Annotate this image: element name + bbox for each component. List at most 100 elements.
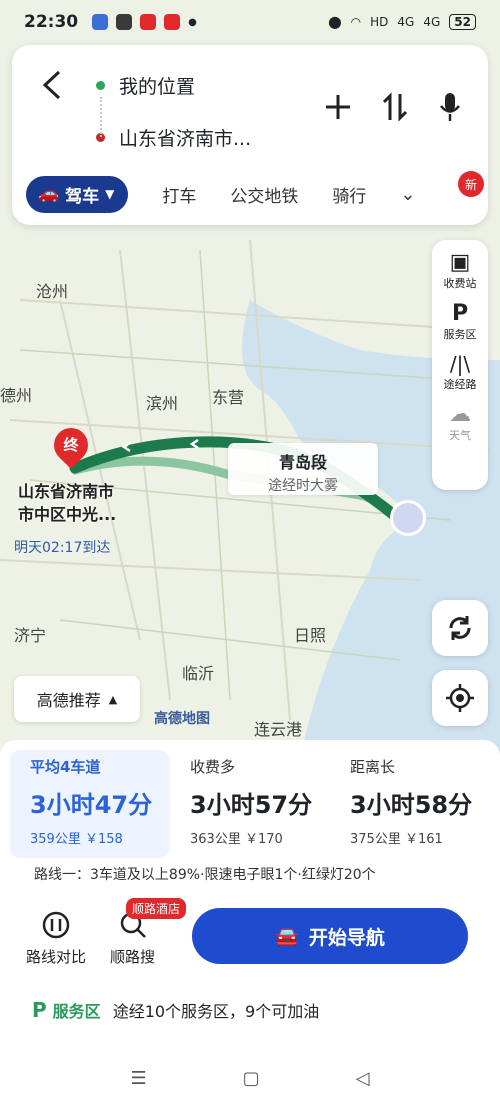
tab-drive[interactable]: 🚗 驾车 ▼ xyxy=(26,175,129,213)
destination-label-line1: 山东省济南市 xyxy=(18,482,115,501)
location-icon: ⬤ xyxy=(328,15,342,29)
route-inputs: 我的位置 山东省济南市... xyxy=(96,61,296,173)
home-icon[interactable]: ▢ xyxy=(243,1068,260,1089)
service-area-text: 途经10个服务区，9个可加油 xyxy=(112,1002,320,1021)
compare-icon xyxy=(42,911,70,939)
wechat-icon xyxy=(116,14,133,30)
route-option[interactable]: 距离长 3小时58分 375公里 ￥161 xyxy=(330,750,490,858)
destination-field[interactable]: 山东省济南市... xyxy=(96,113,296,161)
tab-transit[interactable]: 公交地铁 xyxy=(230,182,298,207)
route-info: 375公里 ￥161 xyxy=(350,832,443,847)
city-label: 临沂 xyxy=(182,664,215,683)
tab-cycling[interactable]: 骑行 xyxy=(332,182,366,207)
route-info: 363公里 ￥170 xyxy=(190,832,283,847)
tab-drive-label: 驾车 xyxy=(65,186,100,207)
origin-dot-icon xyxy=(96,80,105,90)
route-name: 平均4车道 xyxy=(30,758,101,776)
tab-taxi[interactable]: 打车 xyxy=(162,182,196,207)
segment-title: 青岛段 xyxy=(278,453,327,472)
parking-icon: P xyxy=(451,301,469,326)
battery-icon: 52 xyxy=(449,14,476,30)
back-button[interactable] xyxy=(32,65,72,105)
refresh-icon xyxy=(449,616,471,640)
locate-button[interactable] xyxy=(432,670,488,726)
microphone-icon[interactable] xyxy=(438,91,462,123)
signal-icon: 4G xyxy=(397,15,415,29)
route-time: 3小时47分 xyxy=(30,791,153,819)
route-description: 路线一：3车道及以上89%·限速电子眼1个·红绿灯20个 xyxy=(34,867,376,883)
service-area-tag-label: 服务区 xyxy=(52,1002,101,1021)
recommend-label: 高德推荐 xyxy=(36,691,101,710)
route-options: 平均4车道 3小时47分 359公里 ￥158 收费多 3小时57分 363公里… xyxy=(0,740,500,858)
route-name: 收费多 xyxy=(190,758,236,776)
status-bar: 22:30 ● ⬤ ◠ HD 4G 4G 52 xyxy=(0,0,500,44)
locate-icon xyxy=(446,684,474,712)
origin-field[interactable]: 我的位置 xyxy=(96,61,296,109)
end-pin[interactable]: 终 xyxy=(46,420,96,470)
end-pin-label: 终 xyxy=(63,436,79,454)
start-navigation-label: 开始导航 xyxy=(308,926,385,949)
route-segment-info[interactable]: 青岛段 途经时大雾 xyxy=(228,443,378,495)
system-navigation: ☰ ▢ ◁ xyxy=(0,1060,500,1097)
route-name: 距离长 xyxy=(350,758,396,776)
route-pass-tool[interactable]: /|\ 途经路 xyxy=(444,352,477,392)
parking-icon: P xyxy=(32,998,47,1022)
route-compare-button[interactable]: 路线对比 xyxy=(26,910,86,967)
route-option[interactable]: 收费多 3小时57分 363公里 ￥170 xyxy=(170,750,330,858)
transport-tabs: 🚗 驾车 ▼ 打车 公交地铁 骑行 ⌄ xyxy=(26,175,478,213)
route-search-card: 我的位置 山东省济南市... 🚗 驾车 ▼ 打车 公交地铁 骑行 ⌄ 新 xyxy=(12,45,488,225)
back-triangle-icon[interactable]: ◁ xyxy=(356,1068,370,1089)
city-label: 连云港 xyxy=(254,720,303,739)
chevron-down-icon: ▼ xyxy=(105,187,115,201)
dot-icon: ● xyxy=(188,16,197,28)
menu-icon[interactable]: ☰ xyxy=(131,1068,147,1089)
segment-subtitle: 途经时大雾 xyxy=(268,478,338,494)
car-icon: 🚘 xyxy=(275,925,299,948)
city-label: 东营 xyxy=(212,388,245,407)
map-logo: 高德地图 xyxy=(154,711,210,727)
user-location-avatar xyxy=(390,500,426,536)
compare-label: 路线对比 xyxy=(26,948,87,966)
action-row: 路线对比 顺路搜 顺路酒店 🚘 开始导航 xyxy=(0,898,500,990)
cloud-icon: ☁ xyxy=(449,402,471,427)
route-panel: 平均4车道 3小时47分 359公里 ￥158 收费多 3小时57分 363公里… xyxy=(0,740,500,1097)
toll-label: 收费站 xyxy=(443,277,477,290)
city-label: 济宁 xyxy=(14,626,47,645)
more-tabs-button[interactable]: ⌄ xyxy=(400,184,415,205)
destination-text: 山东省济南市... xyxy=(119,127,252,150)
city-label: 沧州 xyxy=(36,282,69,301)
recommend-dropdown[interactable]: 高德推荐 ▲ xyxy=(14,676,140,722)
status-time: 22:30 xyxy=(24,12,79,32)
refresh-button[interactable] xyxy=(432,600,488,656)
route-pass-label: 途经路 xyxy=(443,378,477,391)
hd-icon: HD xyxy=(370,15,389,29)
service-area-tag: P 服务区 xyxy=(32,998,101,1022)
route-time: 3小时57分 xyxy=(190,791,313,819)
city-label: 日照 xyxy=(294,626,327,645)
car-icon: 🚗 xyxy=(38,184,60,204)
swap-icon[interactable] xyxy=(382,92,408,122)
service-area-tool[interactable]: P 服务区 xyxy=(444,301,477,342)
toll-icon: ▣ xyxy=(449,250,471,275)
weather-tool[interactable]: ☁ 天气 xyxy=(449,402,471,443)
destination-label: 山东省济南市 市中区中光... xyxy=(18,480,116,526)
app-notification-icon xyxy=(140,14,157,30)
add-waypoint-icon[interactable] xyxy=(324,93,352,121)
hotel-badge: 顺路酒店 xyxy=(126,898,187,919)
signal-icon: 4G xyxy=(423,15,441,29)
route-option[interactable]: 平均4车道 3小时47分 359公里 ￥158 xyxy=(10,750,170,858)
toll-station-tool[interactable]: ▣ 收费站 xyxy=(444,250,477,291)
app-notification-icon xyxy=(92,14,109,30)
city-label: 滨州 xyxy=(146,394,179,413)
route-dotline xyxy=(100,97,102,137)
destination-label-line2: 市中区中光... xyxy=(18,505,117,524)
service-area-summary[interactable]: P 服务区 途经10个服务区，9个可加油 xyxy=(32,998,319,1022)
back-arrow-icon xyxy=(42,70,61,100)
arrival-time: 明天02:17到达 xyxy=(14,540,111,556)
wifi-icon: ◠ xyxy=(350,15,362,29)
road-icon: /|\ xyxy=(449,352,471,376)
start-navigation-button[interactable]: 🚘 开始导航 xyxy=(192,908,468,964)
new-badge: 新 xyxy=(458,171,484,197)
route-info: 359公里 ￥158 xyxy=(30,832,123,847)
map-tools: ▣ 收费站 P 服务区 /|\ 途经路 ☁ 天气 xyxy=(432,240,488,490)
